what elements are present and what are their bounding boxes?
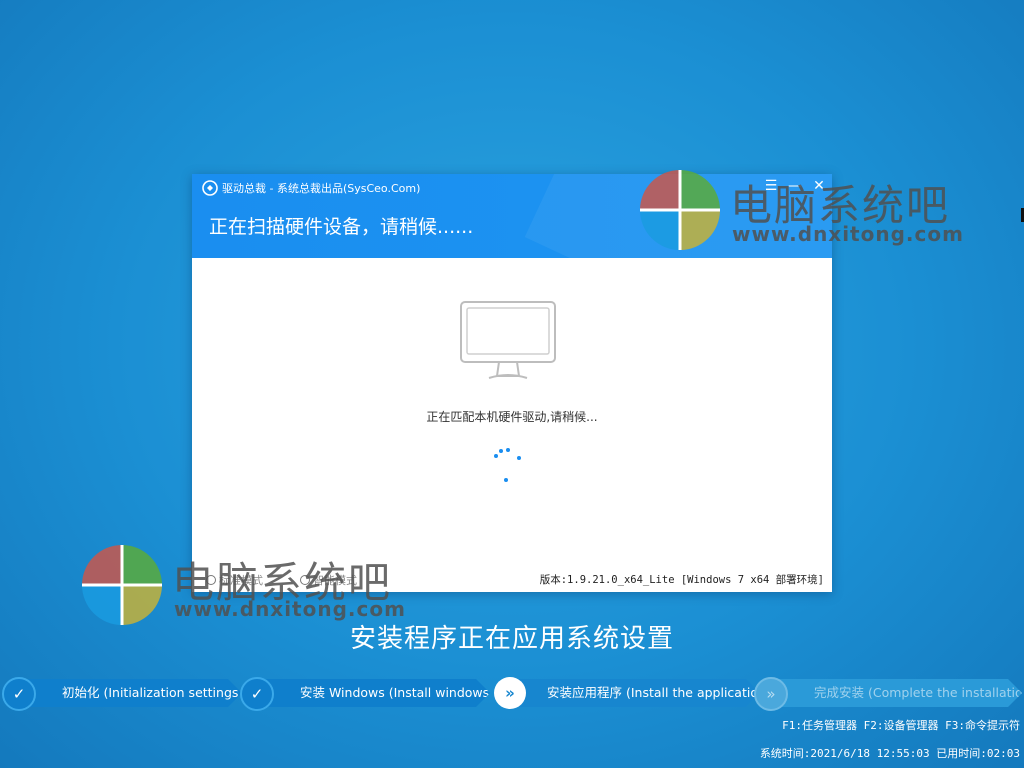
step-label: 初始化 (Initialization settings) xyxy=(62,685,244,700)
check-icon: ✓ xyxy=(2,677,36,711)
app-logo-icon xyxy=(202,180,218,196)
check-icon: ✓ xyxy=(240,677,274,711)
step-label: 完成安装 (Complete the installation) xyxy=(814,685,1024,700)
double-chevron-icon: » xyxy=(494,677,526,709)
progress-steps: 初始化 (Initialization settings) ✓ 安装 Windo… xyxy=(0,674,1024,712)
version-text: 版本:1.9.21.0_x64_Lite [Windows 7 x64 部署环境… xyxy=(539,574,824,586)
step-initialization: 初始化 (Initialization settings) xyxy=(20,679,242,707)
main-caption: 安装程序正在应用系统设置 xyxy=(349,624,674,654)
double-chevron-icon: » xyxy=(754,677,788,711)
system-time: 系统时间:2021/6/18 12:55:03 已用时间:02:03 xyxy=(759,747,1020,760)
status-text: 正在匹配本机硬件驱动,请稍候... xyxy=(426,410,598,424)
step-complete-installation: 完成安装 (Complete the installation) xyxy=(770,679,1022,707)
watermark-logo-icon xyxy=(82,545,162,625)
hotkeys-hint: F1:任务管理器 F2:设备管理器 F3:命令提示符 xyxy=(782,719,1020,732)
monitor-icon xyxy=(460,301,556,379)
step-install-application: 安装应用程序 (Install the application) xyxy=(510,679,760,707)
watermark-logo-icon xyxy=(640,170,720,250)
loading-spinner-icon xyxy=(494,448,521,482)
scan-title: 正在扫描硬件设备，请稍候...... xyxy=(209,216,474,238)
app-title: 驱动总裁 - 系统总裁出品(SysCeo.Com) xyxy=(222,182,421,195)
step-label: 安装 Windows (Install windows) xyxy=(300,685,495,700)
watermark-url: www.dnxitong.com xyxy=(732,222,964,246)
step-install-windows: 安装 Windows (Install windows) xyxy=(258,679,490,707)
step-label: 安装应用程序 (Install the application) xyxy=(547,685,771,700)
